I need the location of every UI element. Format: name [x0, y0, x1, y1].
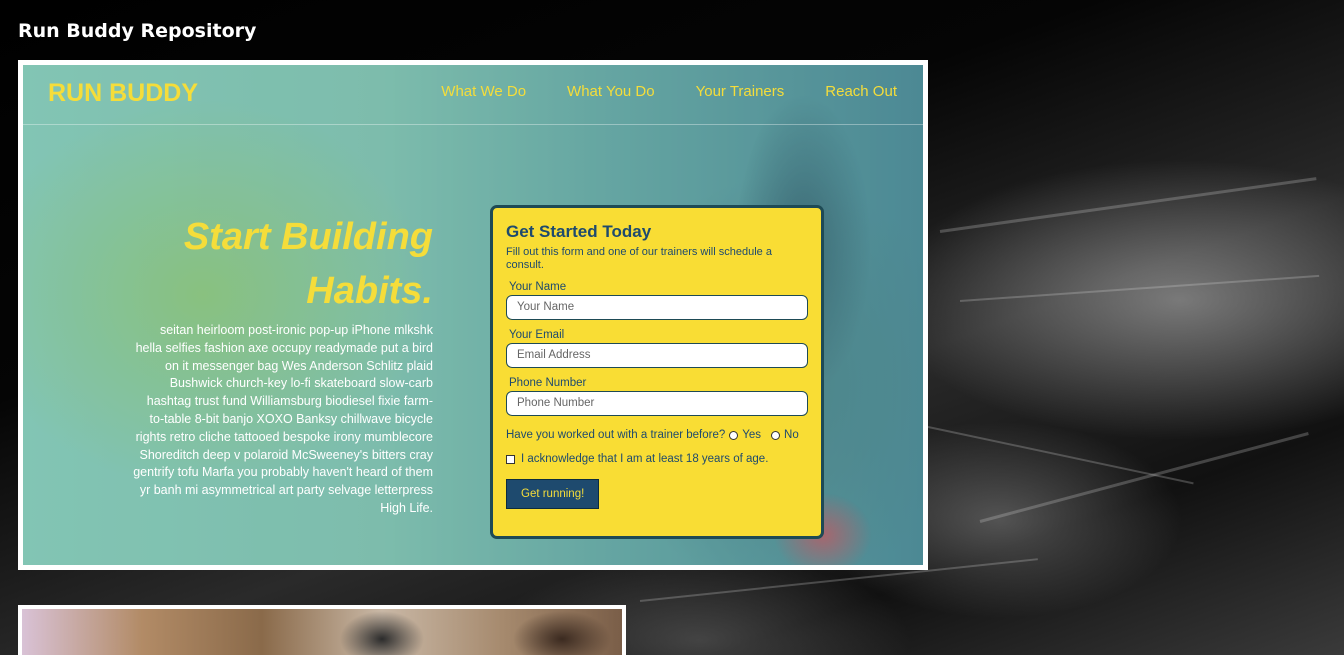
radio-no-icon	[771, 430, 781, 440]
run-buddy-logo: RUN BUDDY	[48, 79, 198, 107]
project-preview-second[interactable]	[18, 605, 626, 655]
radio-no-label: No	[784, 429, 799, 441]
phone-field: Phone Number	[506, 391, 808, 416]
radio-yes-label: Yes	[742, 429, 762, 441]
hero-section: Start Building Habits. seitan heirloom p…	[133, 210, 433, 518]
signup-form: Get Started Today Fill out this form and…	[490, 205, 824, 539]
hero-heading: Start Building Habits.	[133, 210, 433, 318]
form-title: Get Started Today	[506, 222, 652, 241]
second-project-screenshot	[22, 609, 622, 655]
form-subtitle: Fill out this form and one of our traine…	[506, 246, 772, 271]
email-field: Email Address	[506, 343, 808, 368]
age-acknowledgement: I acknowledge that I am at least 18 year…	[506, 453, 808, 465]
phone-label: Phone Number	[509, 377, 587, 389]
nav-link-what-we-do: What We Do	[441, 83, 527, 100]
nav-link-what-you-do: What You Do	[567, 83, 655, 100]
email-label: Your Email	[509, 329, 565, 341]
nav-link-reach-out: Reach Out	[825, 83, 897, 100]
name-field: Your Name	[506, 295, 808, 320]
checkbox-icon	[506, 454, 515, 464]
trainer-question: Have you worked out with a trainer befor…	[506, 429, 808, 441]
run-buddy-screenshot: RUN BUDDY What We Do What You Do Your Tr…	[23, 65, 923, 565]
hero-heading-line2: Habits.	[306, 270, 433, 312]
trainer-question-text: Have you worked out with a trainer befor…	[506, 429, 726, 441]
page-title: Run Buddy Repository	[18, 20, 257, 42]
get-running-button: Get running!	[506, 479, 600, 509]
run-buddy-nav-links: What We Do What You Do Your Trainers Rea…	[441, 83, 897, 100]
name-label: Your Name	[509, 281, 567, 293]
radio-yes-icon	[729, 430, 739, 440]
hero-body: seitan heirloom post-ironic pop-up iPhon…	[133, 323, 433, 515]
hero-heading-line1: Start Building	[183, 216, 433, 258]
nav-link-your-trainers: Your Trainers	[695, 83, 785, 100]
project-preview-run-buddy[interactable]: RUN BUDDY What We Do What You Do Your Tr…	[18, 60, 928, 570]
acknowledge-text: I acknowledge that I am at least 18 year…	[521, 453, 769, 465]
run-buddy-nav: RUN BUDDY What We Do What You Do Your Tr…	[23, 65, 923, 125]
